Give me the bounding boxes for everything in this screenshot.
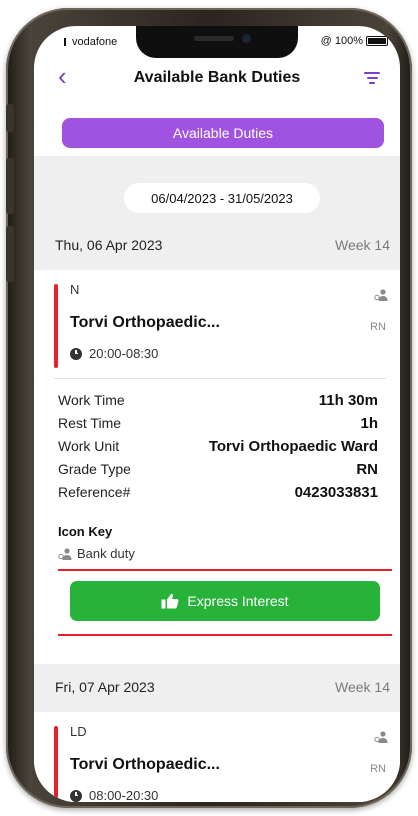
express-interest-label: Express Interest [187,593,289,609]
battery-label: @ 100% [320,35,363,47]
clock-icon [70,347,82,360]
shift-time-label: 08:00-20:30 [89,788,159,802]
filter-icon[interactable] [364,72,380,86]
detail-value: 0423033831 [294,484,378,501]
shift-time: 08:00-20:30 [70,788,158,802]
grade-label: RN [370,321,386,333]
highlight-line-top [58,569,392,571]
clock-icon [70,789,82,802]
detail-row-work-time: Work Time 11h 30m [58,392,378,410]
thumbs-up-icon [161,593,179,609]
detail-value: Torvi Orthopaedic Ward [208,438,378,455]
phone-frame: vodafone @ 100% ‹ Available Bank Duties … [6,8,412,808]
volume-down-button [6,226,14,282]
icon-key-label: Bank duty [77,546,135,561]
detail-value: RN [356,461,378,478]
highlight-line-bottom [58,634,392,636]
duty-list: 06/04/2023 - 31/05/2023 Thu, 06 Apr 2023… [34,156,400,802]
duty-card[interactable]: N Torvi Orthopaedic... RN 20:00-08:30 Wo… [34,270,400,664]
mute-switch [6,104,14,132]
duty-code: LD [70,724,87,739]
day-week: Week 14 [335,679,390,695]
bank-duty-icon [374,731,388,743]
duty-indicator-bar [54,284,58,368]
detail-row-reference: Reference# 0423033831 [58,484,378,502]
day-date: Fri, 07 Apr 2023 [55,679,155,695]
detail-value: 1h [360,415,378,432]
day-week: Week 14 [335,237,390,253]
duty-indicator-bar [54,726,58,802]
detail-label: Rest Time [58,415,122,431]
day-header: Fri, 07 Apr 2023 Week 14 [34,672,400,702]
shift-time: 20:00-08:30 [70,346,158,361]
volume-up-button [6,158,14,214]
express-interest-button[interactable]: Express Interest [70,581,380,621]
detail-row-rest-time: Rest Time 1h [58,415,378,433]
battery-icon [366,36,388,46]
detail-label: Reference# [58,484,131,500]
duty-card[interactable]: LD Torvi Orthopaedic... RN 08:00-20:30 [34,712,400,802]
day-header: Thu, 06 Apr 2023 Week 14 [34,230,400,260]
duty-code: N [70,282,80,297]
page-title: Available Bank Duties [133,69,301,86]
grade-label: RN [370,763,386,775]
bank-duty-icon [374,289,388,301]
icon-key-title: Icon Key [58,524,113,539]
signal-icon [64,38,70,46]
battery-status: @ 100% [321,35,388,47]
app-header: ‹ Available Bank Duties [34,54,400,106]
detail-label: Work Time [58,392,125,408]
detail-label: Work Unit [58,438,120,454]
divider [54,378,386,379]
detail-value: 11h 30m [318,392,378,409]
date-range-selector[interactable]: 06/04/2023 - 31/05/2023 [124,183,320,213]
detail-row-grade-type: Grade Type RN [58,461,378,479]
camera [242,34,251,43]
detail-row-work-unit: Work Unit Torvi Orthopaedic Ward [58,438,378,456]
tab-available-duties[interactable]: Available Duties [62,118,384,148]
shift-time-label: 20:00-08:30 [89,346,159,361]
screen: vodafone @ 100% ‹ Available Bank Duties … [34,26,400,802]
bank-duty-icon [58,547,72,560]
ward-name: Torvi Orthopaedic... [70,756,220,773]
icon-key-item: Bank duty [58,546,135,561]
detail-label: Grade Type [58,461,131,477]
speaker [194,36,234,41]
carrier: vodafone [64,36,117,48]
ward-name: Torvi Orthopaedic... [70,314,220,331]
carrier-label: vodafone [72,36,118,48]
day-date: Thu, 06 Apr 2023 [55,237,163,253]
